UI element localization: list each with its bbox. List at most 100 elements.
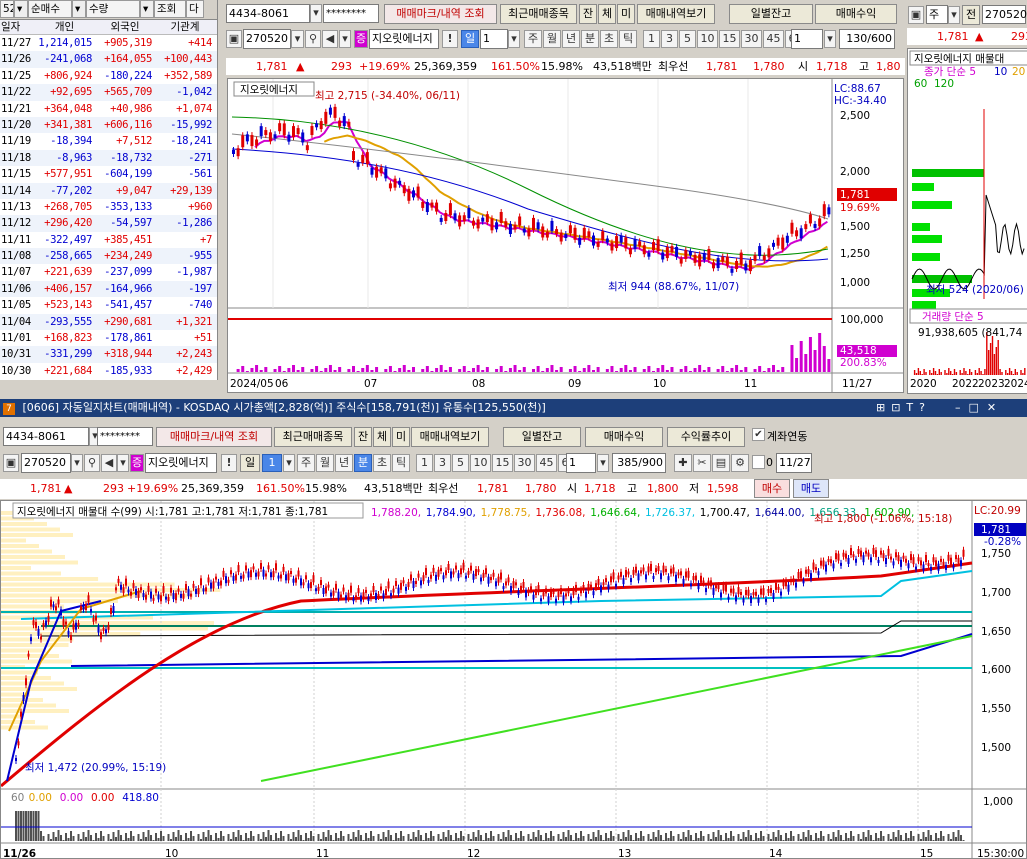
intraday-chart-canvas[interactable]: 지오릿에너지 매물대 수(99) 시:1,781 고:1,781 저:1,781… (1, 501, 1027, 859)
date-checkbox[interactable] (752, 455, 765, 469)
table-row[interactable]: 11/08 -258,665 +234,249 -955 (0, 248, 217, 265)
column-header[interactable]: 기관계 (155, 20, 215, 34)
code-search-icon[interactable]: ▣ (3, 454, 19, 472)
query-button[interactable]: 조회 (154, 0, 186, 18)
search-icon[interactable]: ⚲ (84, 454, 100, 472)
account-input[interactable]: 4434-8061 (3, 427, 89, 446)
code-search-icon[interactable]: ▣ (908, 6, 924, 24)
table-row[interactable]: 11/22 +92,695 +565,709 -1,042 (0, 84, 217, 101)
tools-icon[interactable]: ✂ (693, 454, 711, 472)
interval-button[interactable]: 5 (679, 30, 696, 48)
period-button[interactable]: 초 (373, 454, 391, 472)
count-select[interactable]: 1 (791, 29, 823, 49)
window-controls[interactable]: ⊞⊡T? (876, 399, 931, 417)
period-number-input[interactable]: 1 (262, 454, 282, 472)
return-trend-button[interactable]: 수익률추이 (667, 427, 745, 447)
save-icon[interactable]: ▤ (712, 454, 730, 472)
stock-code-input[interactable]: 270520 (21, 453, 71, 473)
interval-button[interactable]: 45 (763, 30, 784, 48)
period-daily-button[interactable]: 일 (461, 30, 479, 48)
table-row[interactable]: 11/27 1,214,015 +905,319 +414 (0, 35, 217, 51)
window-buttons[interactable]: –□✕ (955, 399, 1004, 417)
table-row[interactable]: 11/21 +364,048 +40,986 +1,074 (0, 101, 217, 117)
interval-button[interactable]: 30 (741, 30, 762, 48)
daily-price-chart[interactable]: 지오릿에너지 최고 2,715 (-34.40%, 06/11) 최저 944 … (227, 78, 904, 393)
date-input[interactable]: 11/27 (776, 453, 812, 473)
trade-history-button[interactable]: 매매내역보기 (411, 427, 489, 447)
filled-button[interactable]: 체 (598, 4, 616, 24)
quantity-select[interactable]: 수량 (86, 0, 140, 18)
table-row[interactable]: 11/25 +806,924 -180,224 +352,589 (0, 68, 217, 84)
interval-button[interactable]: 1 (416, 454, 433, 472)
interval-button[interactable]: 3 (661, 30, 678, 48)
table-row[interactable]: 10/30 +221,684 -185,933 +2,429 (0, 363, 217, 379)
interval-button[interactable]: 10 (697, 30, 718, 48)
interval-button[interactable]: 15 (719, 30, 740, 48)
dropdown-icon[interactable]: ▾ (597, 454, 609, 472)
trade-history-button[interactable]: 매매내역보기 (637, 4, 715, 24)
table-row[interactable]: 11/05 +523,143 -541,457 -740 (0, 297, 217, 313)
period-number-input[interactable]: 1 (480, 29, 508, 49)
period-button[interactable]: 틱 (619, 30, 637, 48)
count-select[interactable]: 1 (566, 453, 596, 473)
period-select[interactable]: 주 (926, 5, 948, 24)
dropdown-icon[interactable]: ▾ (824, 30, 836, 48)
trade-profit-button[interactable]: 매매수익 (585, 427, 663, 447)
interval-button[interactable]: 1 (643, 30, 660, 48)
dropdown-icon[interactable]: ▾ (508, 30, 520, 48)
account-input[interactable]: 4434-8061 (226, 4, 310, 23)
dropdown-icon[interactable]: ▾ (291, 30, 304, 48)
interval-button[interactable]: 10 (470, 454, 491, 472)
account-link-checkbox[interactable]: ✔ (752, 428, 765, 441)
gear-icon[interactable]: ⚙ (731, 454, 749, 472)
period-button[interactable]: 월 (316, 454, 334, 472)
column-header[interactable]: 외국인 (95, 20, 155, 34)
period-button[interactable]: 틱 (392, 454, 410, 472)
password-input[interactable]: ******** (323, 4, 379, 23)
recent-trades-button[interactable]: 최근매매종목 (500, 4, 577, 24)
balance-button[interactable]: 잔 (354, 427, 372, 447)
period-button[interactable]: 분 (354, 454, 372, 472)
dropdown-icon[interactable]: ▾ (117, 454, 129, 472)
daily-chart-canvas[interactable]: 지오릿에너지 최고 2,715 (-34.40%, 06/11) 최저 944 … (228, 79, 904, 393)
trade-mark-query-button[interactable]: 매매마크/내역 조회 (156, 427, 272, 447)
column-header[interactable]: 개인 (34, 20, 95, 34)
weekly-mini-chart[interactable]: 지오릿에너지 매물대 종가 단순 5 10 20 60 120 최저 524 (… (907, 48, 1027, 394)
window-title-bar[interactable]: 7 [0606] 자동일지차트(매매내역) - KOSDAQ 시가총액[2,82… (0, 399, 1027, 417)
interval-button[interactable]: 5 (452, 454, 469, 472)
unfilled-button[interactable]: 미 (392, 427, 410, 447)
dropdown-icon[interactable]: ▾ (339, 30, 351, 48)
period-button[interactable]: 월 (543, 30, 561, 48)
table-row[interactable]: 11/18 -8,963 -18,732 -271 (0, 149, 217, 167)
table-toolbar-field[interactable]: 52 (0, 0, 14, 18)
filled-button[interactable]: 체 (373, 427, 391, 447)
period-button[interactable]: 주 (297, 454, 315, 472)
table-row[interactable]: 11/01 +168,823 -178,861 +51 (0, 330, 217, 346)
prev-button[interactable]: 전 (962, 5, 980, 25)
dropdown-icon[interactable]: ▾ (140, 0, 154, 18)
dropdown-icon[interactable]: ▾ (283, 454, 295, 472)
interval-button[interactable]: 3 (434, 454, 451, 472)
mini-stock-code[interactable]: 270520 (982, 5, 1027, 24)
mini-chart-canvas[interactable]: 지오릿에너지 매물대 종가 단순 5 10 20 60 120 최저 524 (… (908, 49, 1027, 394)
trade-profit-button[interactable]: 매매수익 (815, 4, 897, 24)
unfilled-button[interactable]: 미 (617, 4, 635, 24)
code-search-icon[interactable]: ▣ (226, 30, 242, 48)
table-row[interactable]: 11/15 +577,951 -604,199 -561 (0, 166, 217, 182)
dropdown-icon[interactable]: ▾ (72, 0, 86, 18)
dropdown-icon[interactable]: ▾ (310, 4, 322, 23)
period-button[interactable]: 분 (581, 30, 599, 48)
table-row[interactable]: 10/31 -331,299 +318,944 +2,243 (0, 346, 217, 363)
dropdown-icon[interactable]: ▾ (948, 6, 960, 24)
next-button[interactable]: 다 (186, 0, 204, 18)
daily-balance-button[interactable]: 일별잔고 (503, 427, 581, 447)
table-row[interactable]: 11/20 +341,381 +606,116 -15,992 (0, 116, 217, 134)
dropdown-icon[interactable]: ▾ (71, 454, 83, 472)
table-row[interactable]: 11/13 +268,705 -353,133 +960 (0, 199, 217, 215)
bar-count-field[interactable]: 385/900 (612, 453, 666, 473)
table-row[interactable]: 11/14 -77,202 +9,047 +29,139 (0, 182, 217, 199)
interval-button[interactable]: 45 (536, 454, 557, 472)
period-button[interactable]: 년 (562, 30, 580, 48)
period-daily-button[interactable]: 일 (240, 454, 260, 472)
net-buy-select[interactable]: 순매수 (28, 0, 72, 18)
